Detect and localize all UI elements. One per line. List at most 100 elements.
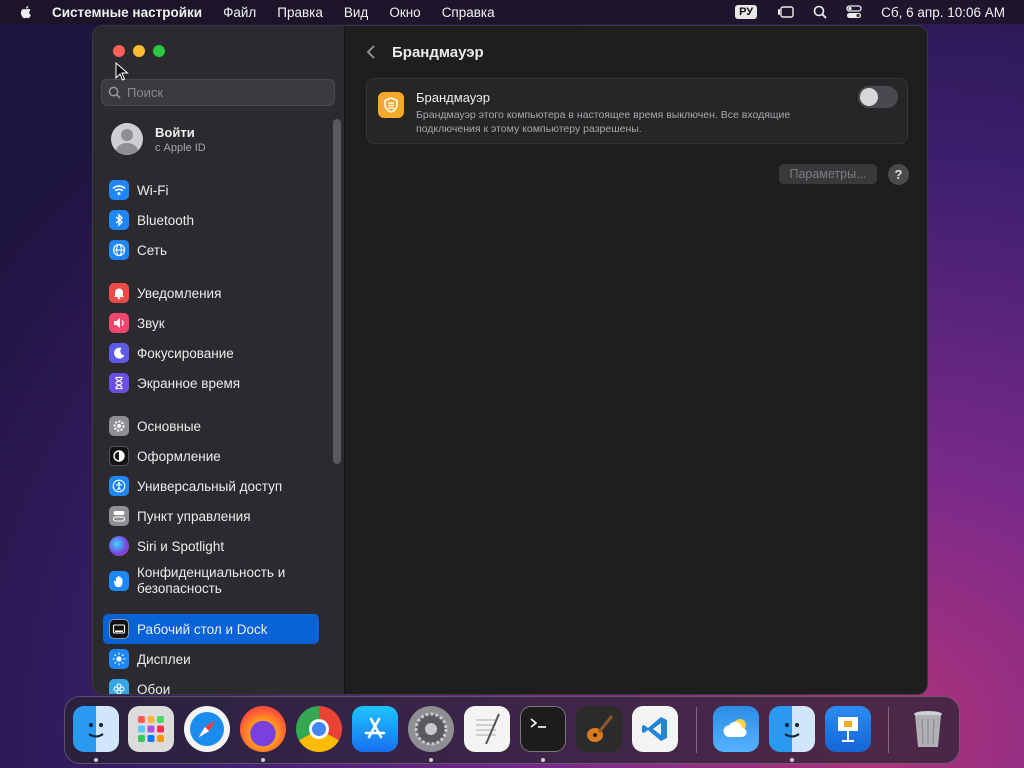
flower-icon bbox=[109, 679, 129, 694]
search-icon[interactable] bbox=[811, 4, 829, 20]
help-button[interactable]: ? bbox=[888, 164, 909, 185]
menu-file[interactable]: Файл bbox=[223, 5, 256, 20]
menu-help[interactable]: Справка bbox=[442, 5, 495, 20]
account-name: Войти bbox=[155, 124, 195, 140]
menu-app-name[interactable]: Системные настройки bbox=[52, 5, 202, 20]
firewall-card: Брандмауэр Брандмауэр этого компьютера в… bbox=[366, 78, 908, 144]
account-subtitle: с Apple ID bbox=[155, 141, 206, 154]
system-settings-icon[interactable] bbox=[408, 706, 454, 752]
hand-icon bbox=[109, 571, 129, 591]
keyboard-layout-badge[interactable]: РУ bbox=[735, 5, 758, 19]
menu-bar: Системные настройки Файл Правка Вид Окно… bbox=[0, 0, 1024, 24]
apple-id-account[interactable]: Войти с Apple ID bbox=[111, 123, 206, 155]
moon-icon bbox=[109, 343, 129, 363]
close-button[interactable] bbox=[113, 45, 125, 57]
accessibility-icon bbox=[109, 476, 129, 496]
weather-icon[interactable] bbox=[713, 706, 759, 752]
sidebar-item-general[interactable]: Основные bbox=[103, 411, 319, 441]
window-controls bbox=[113, 45, 165, 57]
menu-view[interactable]: Вид bbox=[344, 5, 368, 20]
garageband-icon[interactable] bbox=[576, 706, 622, 752]
sidebar-item-bluetooth[interactable]: Bluetooth bbox=[103, 205, 319, 235]
wifi-icon bbox=[109, 180, 129, 200]
back-button[interactable] bbox=[366, 42, 380, 62]
sidebar: Войти с Apple ID Wi-Fi Bluetooth Сеть bbox=[93, 26, 345, 694]
zoom-button[interactable] bbox=[153, 45, 165, 57]
sidebar-item-label: Сеть bbox=[137, 242, 168, 258]
sidebar-item-label: Wi-Fi bbox=[137, 182, 169, 198]
vscode-icon[interactable] bbox=[632, 706, 678, 752]
textedit-icon[interactable] bbox=[464, 706, 510, 752]
chrome-icon[interactable] bbox=[296, 706, 342, 752]
sidebar-scrollbar[interactable] bbox=[333, 119, 341, 464]
search-input[interactable] bbox=[127, 85, 317, 100]
chevron-left-icon bbox=[366, 45, 375, 59]
menu-clock[interactable]: Сб, 6 апр. 10:06 AM bbox=[881, 5, 1005, 20]
launchpad-icon[interactable] bbox=[128, 706, 174, 752]
control-center-icon bbox=[109, 506, 129, 526]
preview-icon[interactable] bbox=[769, 706, 815, 752]
search-field[interactable] bbox=[101, 79, 335, 106]
bluetooth-icon bbox=[109, 210, 129, 230]
sidebar-item-wifi[interactable]: Wi-Fi bbox=[103, 175, 319, 205]
sidebar-item-screen-time[interactable]: Экранное время bbox=[103, 368, 319, 398]
control-center-icon[interactable] bbox=[845, 4, 863, 20]
sidebar-item-label: Основные bbox=[137, 418, 202, 434]
firewall-icon bbox=[378, 92, 404, 118]
sidebar-item-control-center[interactable]: Пункт управления bbox=[103, 501, 319, 531]
sidebar-item-network[interactable]: Сеть bbox=[103, 235, 319, 265]
sidebar-item-privacy-security[interactable]: Конфиденциальность и безопасность bbox=[103, 561, 319, 601]
finder-icon[interactable] bbox=[73, 706, 119, 752]
appearance-icon bbox=[109, 446, 129, 466]
sidebar-item-label: Пункт управления bbox=[137, 508, 251, 524]
safari-icon[interactable] bbox=[184, 706, 230, 752]
keynote-icon[interactable] bbox=[825, 706, 871, 752]
bell-icon bbox=[109, 283, 129, 303]
sidebar-item-siri-spotlight[interactable]: Siri и Spotlight bbox=[103, 531, 319, 561]
sidebar-item-focus[interactable]: Фокусирование bbox=[103, 338, 319, 368]
globe-icon bbox=[109, 240, 129, 260]
menu-window[interactable]: Окно bbox=[389, 5, 420, 20]
stage-manager-icon[interactable] bbox=[777, 4, 795, 20]
trash-icon[interactable] bbox=[905, 706, 951, 752]
hourglass-icon bbox=[109, 373, 129, 393]
running-indicator bbox=[790, 758, 794, 762]
app-store-icon[interactable] bbox=[352, 706, 398, 752]
sidebar-item-wallpaper[interactable]: Обои bbox=[103, 674, 319, 695]
sidebar-item-label: Универсальный доступ bbox=[137, 478, 283, 494]
sidebar-item-accessibility[interactable]: Универсальный доступ bbox=[103, 471, 319, 501]
running-indicator bbox=[94, 758, 98, 762]
avatar bbox=[111, 123, 143, 155]
sidebar-item-sound[interactable]: Звук bbox=[103, 308, 319, 338]
firewall-description: Брандмауэр этого компьютера в настоящее … bbox=[416, 109, 791, 135]
sidebar-item-label: Конфиденциальность и безопасность bbox=[137, 565, 286, 596]
running-indicator bbox=[541, 758, 545, 762]
dock bbox=[64, 696, 960, 764]
options-button[interactable]: Параметры... bbox=[779, 164, 877, 184]
firewall-toggle[interactable] bbox=[858, 86, 898, 108]
sidebar-item-label: Обои bbox=[137, 681, 171, 695]
sidebar-item-label: Рабочий стол и Dock bbox=[137, 621, 268, 637]
firewall-title: Брандмауэр bbox=[416, 90, 490, 105]
running-indicator bbox=[261, 758, 265, 762]
mouse-cursor-icon bbox=[115, 62, 129, 81]
system-settings-window: Войти с Apple ID Wi-Fi Bluetooth Сеть bbox=[92, 25, 928, 695]
menu-edit[interactable]: Правка bbox=[277, 5, 323, 20]
speaker-icon bbox=[109, 313, 129, 333]
terminal-icon[interactable] bbox=[520, 706, 566, 752]
sidebar-item-label: Уведомления bbox=[137, 285, 222, 301]
dock-separator bbox=[888, 707, 889, 753]
sidebar-item-label: Оформление bbox=[137, 448, 221, 464]
sidebar-item-appearance[interactable]: Оформление bbox=[103, 441, 319, 471]
apple-logo-icon[interactable] bbox=[18, 4, 34, 20]
minimize-button[interactable] bbox=[133, 45, 145, 57]
sidebar-item-notifications[interactable]: Уведомления bbox=[103, 278, 319, 308]
search-icon bbox=[108, 86, 121, 99]
sidebar-item-label: Siri и Spotlight bbox=[137, 538, 225, 554]
sidebar-item-desktop-dock[interactable]: Рабочий стол и Dock bbox=[103, 614, 319, 644]
sidebar-item-label: Звук bbox=[137, 315, 165, 331]
main-content: Брандмауэр Брандмауэр Брандмауэр этого к… bbox=[346, 26, 927, 694]
sidebar-item-displays[interactable]: Дисплеи bbox=[103, 644, 319, 674]
sun-icon bbox=[109, 649, 129, 669]
firefox-icon[interactable] bbox=[240, 706, 286, 752]
